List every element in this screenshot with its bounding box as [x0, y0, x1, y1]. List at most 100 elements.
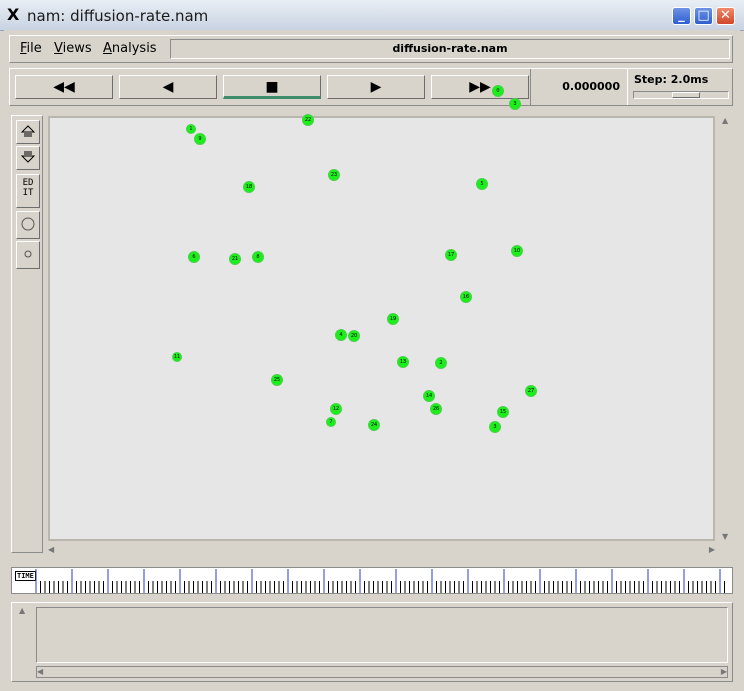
step-label: Step: 2.0ms [634, 73, 709, 86]
network-node[interactable]: 3 [489, 421, 501, 433]
edit-label: EDIT [22, 178, 34, 198]
network-node[interactable]: 3 [509, 98, 521, 110]
menu-bar: File Views Analysis diffusion-rate.nam [9, 35, 733, 63]
network-node[interactable]: 11 [172, 352, 182, 362]
network-node-label: 2 [439, 360, 443, 366]
zoom-in-icon [20, 125, 36, 137]
network-node-label: 7 [329, 419, 333, 425]
rewind-button[interactable]: ◀ [119, 75, 217, 99]
title-bar: X nam: diffusion-rate.nam _ □ ✕ [0, 0, 744, 31]
scroll-left-icon[interactable]: ◀ [48, 545, 54, 554]
edit-toolbar: EDIT [11, 115, 43, 553]
circle-tool-button[interactable] [16, 211, 40, 239]
network-node-label: 21 [231, 256, 239, 262]
network-node-label: 6 [192, 254, 196, 260]
network-node[interactable]: 23 [328, 169, 340, 181]
network-node[interactable]: 7 [326, 417, 336, 427]
step-slider[interactable] [633, 91, 729, 99]
network-node[interactable]: 24 [368, 419, 380, 431]
network-node[interactable]: 18 [243, 181, 255, 193]
network-node-label: 24 [370, 422, 378, 428]
timeline[interactable]: TIME [11, 567, 733, 594]
network-node-label: 8 [256, 254, 260, 260]
network-canvas[interactable]: 0 3 22 1 9 23 18 5 6 21 8 17 10 16 19 4 20 11 13 2 25 27 14 12 2… [48, 85, 715, 541]
fast-forward-icon: ▶▶ [469, 79, 491, 95]
menu-analysis[interactable]: Analysis [103, 41, 157, 56]
network-node-label: 23 [330, 172, 338, 178]
fast-forward-button[interactable]: ▶▶ [431, 75, 529, 99]
minimize-button[interactable]: _ [672, 7, 691, 25]
filename-display: diffusion-rate.nam [170, 39, 730, 59]
scroll-down-icon[interactable]: ▼ [722, 532, 728, 541]
zoom-out-button[interactable] [16, 146, 40, 170]
network-node-label: 12 [332, 406, 340, 412]
network-node[interactable]: 2 [435, 357, 447, 369]
annotation-scroll-right-icon[interactable]: ▶ [721, 667, 727, 676]
network-node[interactable]: 12 [330, 403, 342, 415]
canvas-horizontal-scrollbar[interactable]: ◀ ▶ [48, 544, 715, 556]
annotation-scroll-up-icon[interactable]: ▲ [19, 606, 25, 615]
annotation-scroll-left-icon[interactable]: ◀ [37, 667, 43, 676]
close-button[interactable]: ✕ [716, 7, 735, 25]
zoom-in-button[interactable] [16, 120, 40, 144]
timeline-ticks [35, 569, 725, 593]
annotation-text-area[interactable] [36, 607, 728, 663]
main-window: File Views Analysis diffusion-rate.nam ◀… [4, 30, 740, 687]
annotation-panel: ▲ ◀ ▶ [11, 602, 733, 682]
network-node[interactable]: 10 [511, 245, 523, 257]
network-node-label: 20 [350, 333, 358, 339]
circle-icon [21, 217, 35, 231]
network-node[interactable]: 20 [348, 330, 360, 342]
step-control: Step: 2.0ms [627, 69, 733, 105]
play-button[interactable]: ▶ [327, 75, 425, 99]
x-logo-icon: X [7, 5, 20, 24]
network-node[interactable]: 14 [423, 390, 435, 402]
network-node-label: 5 [480, 181, 484, 187]
fast-rewind-button[interactable]: ◀◀ [15, 75, 113, 99]
network-node[interactable]: 8 [252, 251, 264, 263]
network-node[interactable]: 25 [271, 374, 283, 386]
network-node-label: 4 [339, 332, 343, 338]
network-node[interactable]: 1 [186, 124, 196, 134]
network-node[interactable]: 27 [525, 385, 537, 397]
network-node-label: 13 [399, 359, 407, 365]
network-node[interactable]: 0 [492, 85, 504, 97]
network-node[interactable]: 17 [445, 249, 457, 261]
annotation-vertical-scrollbar[interactable]: ▲ [17, 606, 29, 676]
annotation-horizontal-scrollbar[interactable]: ◀ ▶ [36, 666, 728, 678]
network-node[interactable]: 22 [302, 114, 314, 126]
network-node[interactable]: 6 [188, 251, 200, 263]
scroll-up-icon[interactable]: ▲ [722, 116, 728, 125]
menu-views[interactable]: Views [54, 41, 92, 56]
network-node-label: 14 [425, 393, 433, 399]
network-node[interactable]: 5 [476, 178, 488, 190]
network-node[interactable]: 4 [335, 329, 347, 341]
menu-file[interactable]: File [20, 41, 42, 56]
stop-button[interactable]: ■ [223, 75, 321, 99]
network-node-label: 15 [499, 409, 507, 415]
network-node[interactable]: 15 [497, 406, 509, 418]
step-slider-thumb[interactable] [672, 92, 700, 98]
scroll-right-icon[interactable]: ▶ [709, 545, 715, 554]
network-node[interactable]: 19 [387, 313, 399, 325]
network-node-label: 27 [527, 388, 535, 394]
play-icon: ▶ [370, 79, 382, 95]
network-node[interactable]: 16 [460, 291, 472, 303]
network-node-label: 11 [173, 354, 181, 360]
zoom-out-icon [20, 151, 36, 163]
network-node[interactable]: 9 [194, 133, 206, 145]
dot-tool-button[interactable] [16, 241, 40, 269]
edit-button[interactable]: EDIT [16, 174, 40, 208]
network-node-label: 22 [304, 117, 312, 123]
stop-icon: ■ [265, 79, 279, 95]
network-node[interactable]: 21 [229, 253, 241, 265]
canvas-vertical-scrollbar[interactable]: ▲ ▼ [720, 116, 732, 541]
maximize-button[interactable]: □ [694, 7, 713, 25]
network-node[interactable]: 26 [430, 403, 442, 415]
network-node-label: 3 [493, 424, 497, 430]
network-node-label: 3 [513, 101, 517, 107]
time-display: 0.000000 [530, 69, 626, 105]
dot-icon [24, 250, 32, 258]
network-node[interactable]: 13 [397, 356, 409, 368]
network-node-label: 25 [273, 377, 281, 383]
